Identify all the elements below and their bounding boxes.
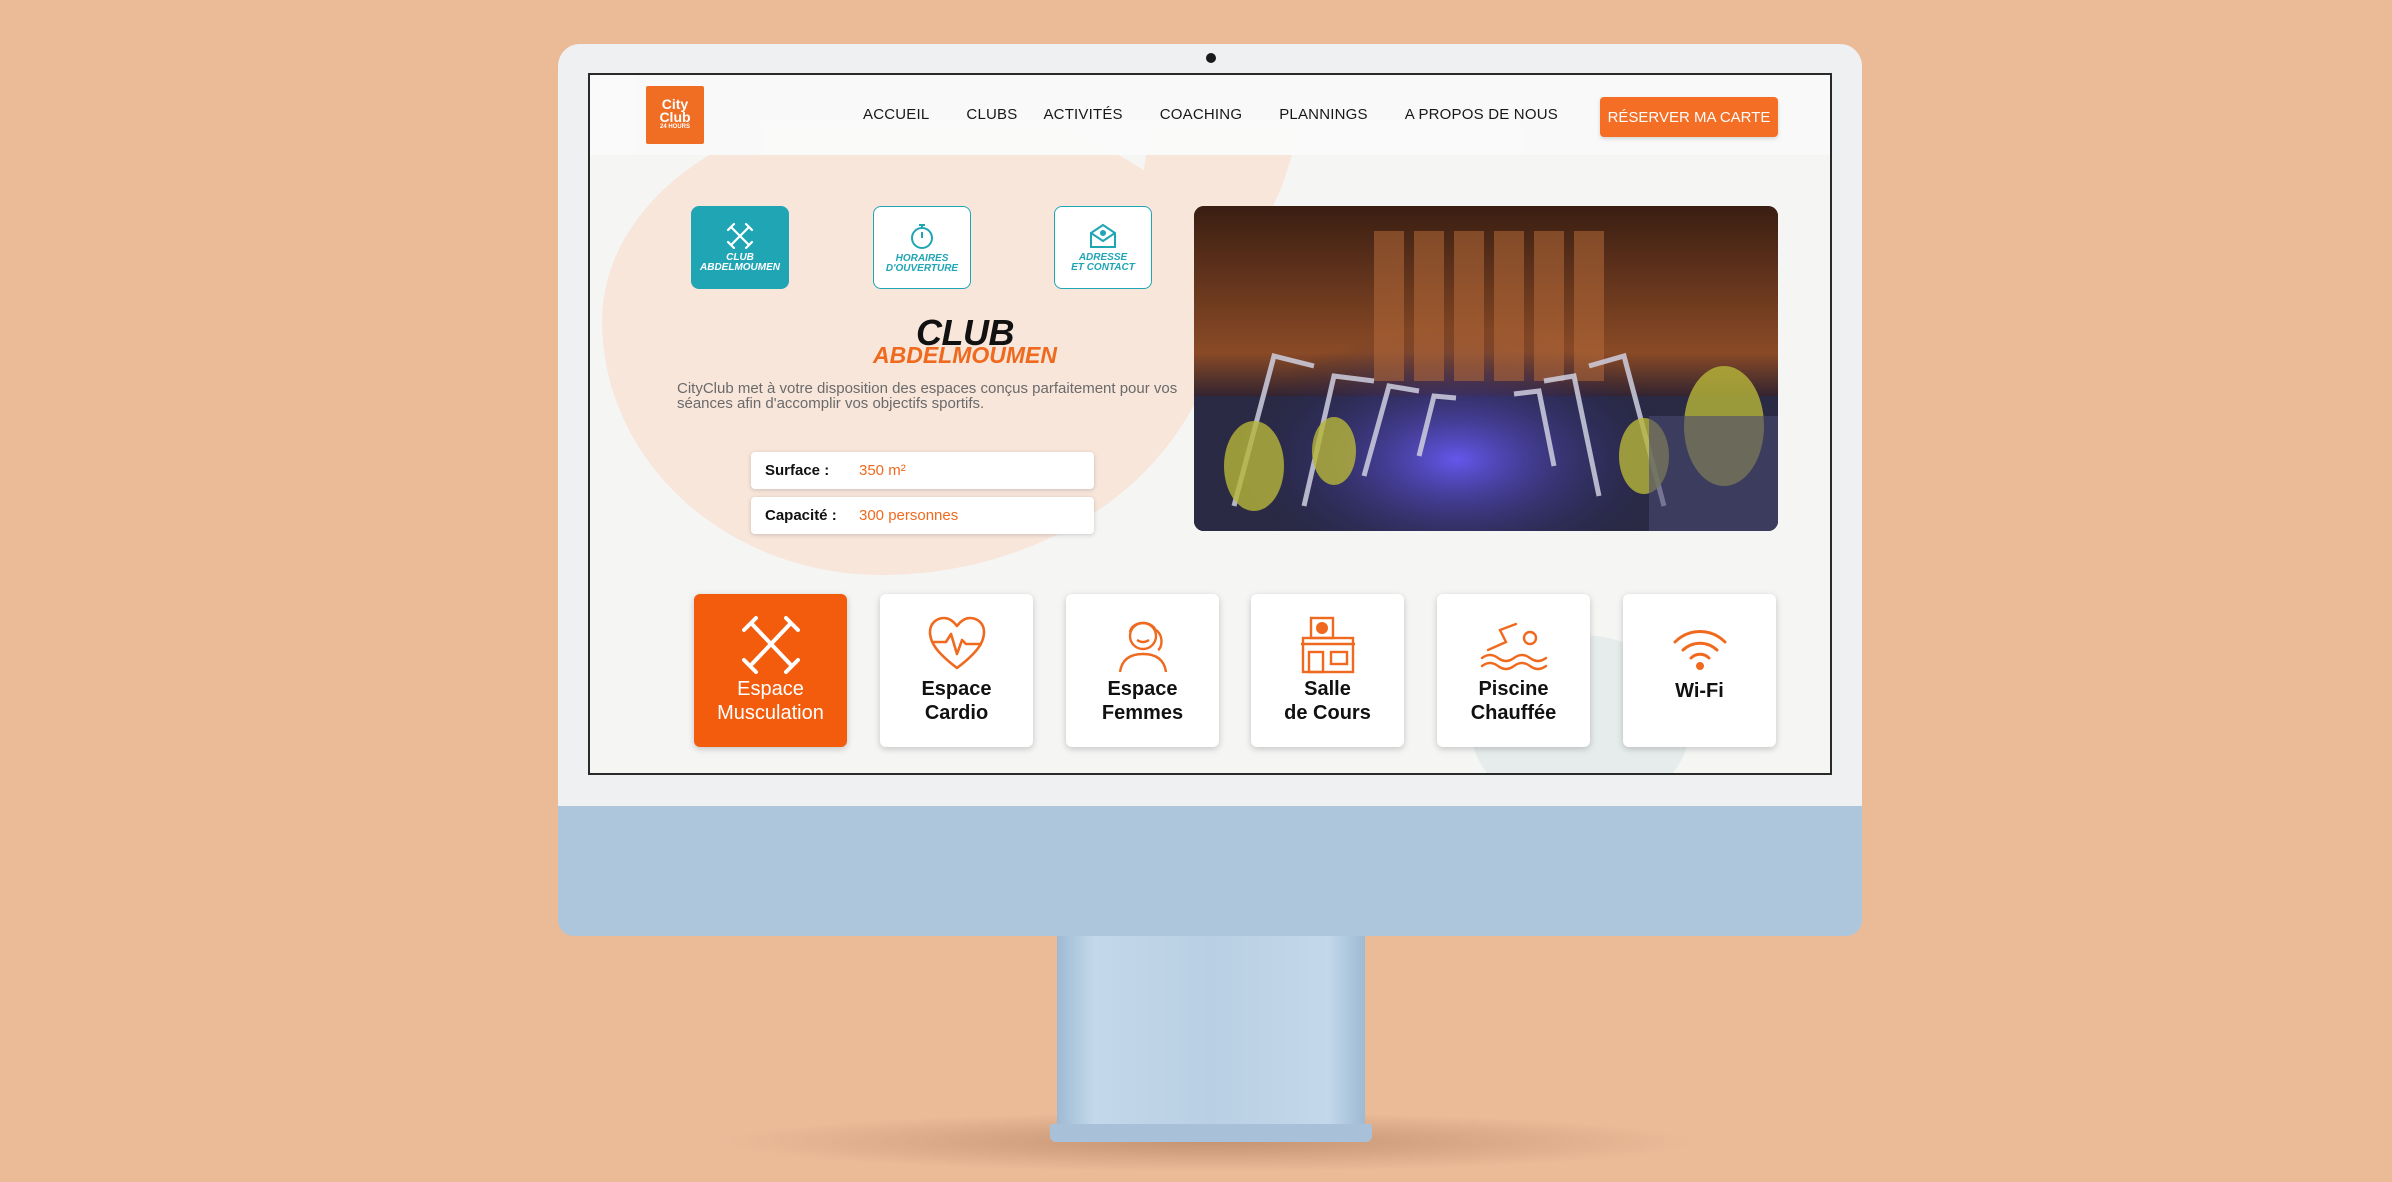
feature-label: de Cours [1284,702,1371,724]
monitor-chin [558,806,1862,936]
tab-horaires[interactable]: HORAIRES D'OUVERTURE [873,206,971,289]
heart-pulse-icon [928,616,985,670]
surface-label: Surface : [765,462,830,479]
camera-dot [1206,53,1216,63]
feature-label: Espace [921,678,992,700]
logo-text: Club [659,109,691,125]
surface-row: Surface : 350 m² [751,452,1094,489]
building-icon [1300,616,1355,674]
tab-label: ABDELMOUMEN [700,261,780,273]
feature-card-musculation[interactable]: Espace Musculation [694,594,847,747]
main-nav: ACCUEIL CLUBS ACTIVITÉS COACHING PLANNIN… [863,106,1558,123]
feature-card-piscine[interactable]: Piscine Chauffée [1437,594,1590,747]
nav-clubs[interactable]: CLUBS [966,106,1017,123]
capacity-value: 300 personnes [859,507,959,524]
feature-label: Chauffée [1470,702,1557,724]
swimmer-icon [1480,622,1547,671]
feature-card-wifi[interactable]: Wi-Fi [1623,594,1776,747]
gym-photo [1194,206,1778,531]
website-screen: City Club 24 HOURS ACCUEIL CLUBS ACTIVIT… [588,73,1832,775]
tab-label: ADRESSE [1078,251,1128,263]
nav-coaching[interactable]: COACHING [1160,106,1242,123]
club-name: ABDELMOUMEN [873,342,1057,368]
surface-value: 350 m² [859,462,906,479]
reserve-card-button[interactable]: RÉSERVER MA CARTE [1600,97,1778,137]
capacity-row: Capacité : 300 personnes [751,497,1094,534]
feature-card-femmes[interactable]: Espace Femmes [1066,594,1219,747]
feature-card-cardio[interactable]: Espace Cardio [880,594,1033,747]
dumbbells-icon [741,616,800,674]
nav-plannings[interactable]: PLANNINGS [1279,106,1368,123]
feature-label: Espace [737,678,804,700]
feature-card-salle-de-cours[interactable]: Salle de Cours [1251,594,1404,747]
feature-label: Espace [1107,678,1178,700]
woman-icon [1118,621,1167,673]
capacity-label: Capacité : [765,507,837,524]
tab-label: HORAIRES [895,252,949,264]
tab-label: D'OUVERTURE [885,262,959,274]
monitor-stand [1057,936,1365,1126]
feature-label: Piscine [1478,678,1549,700]
envelope-location-icon [1090,223,1116,248]
monitor-stand-base [1050,1124,1372,1142]
site-header: City Club 24 HOURS ACCUEIL CLUBS ACTIVIT… [590,75,1830,155]
dumbbells-cross-icon [726,222,754,249]
tab-adresse[interactable]: ADRESSE ET CONTACT [1054,206,1152,289]
feature-label: Musculation [717,702,824,724]
nav-activites[interactable]: ACTIVITÉS [1043,106,1122,123]
stopwatch-icon [911,223,933,249]
feature-label: Femmes [1101,702,1184,724]
logo-subtext: 24 HOURS [659,124,690,130]
nav-accueil[interactable]: ACCUEIL [863,106,929,123]
cityclub-logo[interactable]: City Club 24 HOURS [646,86,704,144]
nav-a-propos[interactable]: A PROPOS DE NOUS [1405,106,1558,123]
feature-label: Wi-Fi [1675,680,1724,702]
tab-club[interactable]: CLUB ABDELMOUMEN [691,206,789,289]
wifi-icon [1673,630,1726,670]
feature-label: Salle [1304,678,1351,700]
club-description: CityClub met à votre disposition des esp… [677,380,1178,412]
feature-label: Cardio [924,702,989,724]
tab-label: CLUB [726,251,754,263]
tab-label: ET CONTACT [1071,261,1135,273]
